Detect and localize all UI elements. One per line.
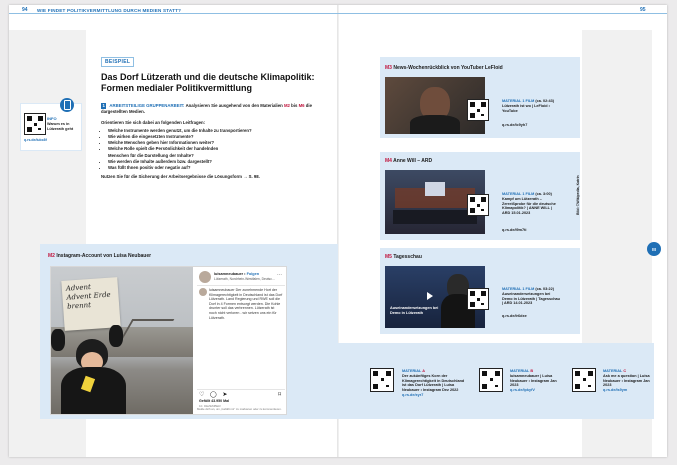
task-instruction: Analysieren Sie ausgehend von den Materi… — [185, 103, 283, 108]
more-icon[interactable]: ⋯ — [277, 272, 282, 278]
m4-heading: M4 Anne Will – ARD — [385, 158, 433, 164]
mobile-icon — [60, 98, 74, 112]
example-tag: BEISPIEL — [101, 57, 135, 67]
m5-qr-code[interactable] — [467, 288, 489, 310]
bookmark-icon[interactable]: ⌑ — [278, 391, 281, 398]
divider — [197, 389, 285, 390]
m4-panel: M4 Anne Will – ARD MATERIAL 1 FILM (ca. … — [380, 152, 580, 240]
material-a-qr[interactable] — [370, 368, 394, 392]
photo-credit: Bild: ©Wikipedia, Katrin — [576, 175, 580, 215]
divider — [197, 285, 285, 286]
guiding-questions: Welche Instrumente werden genutzt, um di… — [101, 128, 333, 171]
task-lead: ARBEITSTEILIGE GRUPPENARBEIT: — [109, 103, 185, 108]
info-qr-code[interactable] — [24, 113, 46, 135]
info-box: INFO Warum es in Lützerath geht q.rs.de/… — [20, 103, 82, 151]
m5-material: MATERIAL 1 FILM (ca. 03:22) Auseinanders… — [502, 287, 560, 306]
post-location: Lützerath, Nordrhein-Westfalen, Deutsc… — [214, 277, 276, 281]
running-title: WIE FINDET POLITIKVERMITTLUNG DURCH MEDI… — [37, 7, 182, 13]
task-text: 1 ARBEITSTEILIGE GRUPPENARBEIT: Analysier… — [101, 103, 333, 114]
post-caption: luisamneubauer Der zunehmende Hort der K… — [209, 288, 283, 320]
m4-link[interactable]: q.rs.de/l9m7ti — [502, 228, 560, 233]
person-jacket — [61, 367, 126, 414]
info-text: Warum es in Lützerath geht — [47, 122, 74, 131]
material-c: MATERIAL C Ask me a question | Luisa Neu… — [603, 369, 650, 393]
info-link[interactable]: q.rs.de/lubc8f — [24, 138, 47, 142]
task-footer: Nutzen Sie für die Sicherung der Arbeits… — [101, 174, 260, 180]
m5-panel: M5 Tagesschau Auseinandersetzungen bei D… — [380, 248, 580, 334]
info-label: INFO — [47, 116, 57, 121]
m4-material: MATERIAL 1 FILM (ca. 3:00) Kampf um Lütz… — [502, 192, 556, 216]
ref-m2: M2 — [283, 103, 290, 108]
login-hint: Melde dich an, um „Gefällt mir“ zu marki… — [197, 407, 282, 411]
action-icons[interactable]: ♡ ◯ ➤ — [199, 391, 229, 398]
chapter-badge[interactable]: III — [647, 242, 661, 256]
post-photo[interactable]: Advent Advent Erde brennt — [51, 267, 193, 414]
question-item: Was füllt Ihnen positiv oder negativ auf… — [108, 165, 333, 171]
avatar[interactable] — [199, 271, 211, 283]
materials-panel: MATERIAL A Der zukünftiges Korn der Klim… — [338, 343, 654, 419]
m5-link[interactable]: q.rs.de/lr6dxe — [502, 314, 560, 319]
m3-panel: M3 News-Wochenrückblick von YouTuber LeF… — [380, 57, 580, 138]
likes-count: Gefällt 43.950 Mal — [199, 399, 230, 403]
task-intro: Orientieren Sie sich dabei an folgenden … — [101, 120, 206, 126]
account-name[interactable]: luisamneubauer • Folgen — [214, 272, 259, 276]
m3-link[interactable]: q.rs.de/lc9yh7 — [502, 123, 560, 128]
m2-panel: M2 Instagram-Account von Luisa Neubauer … — [40, 244, 338, 419]
m4-qr-code[interactable] — [467, 194, 489, 216]
question-item: Welche Rolle spielt die Persönlichkeit d… — [108, 146, 228, 158]
person-hand-right — [109, 325, 123, 347]
page-title: Das Dorf Lützerath und die deutsche Klim… — [101, 72, 315, 93]
material-b-qr[interactable] — [479, 368, 503, 392]
header-rule — [9, 13, 667, 14]
m2-heading: M2 Instagram-Account von Luisa Neubauer — [48, 253, 152, 259]
instagram-post: Advent Advent Erde brennt luisamneubauer… — [50, 266, 287, 415]
m5-heading: M5 Tagesschau — [385, 254, 422, 260]
task-block: 1 ARBEITSTEILIGE GRUPPENARBEIT: Analysier… — [101, 103, 333, 180]
material-b: MATERIAL B luisamneubauer | Luisa Neubau… — [510, 369, 557, 393]
left-page-number: 94 — [22, 7, 28, 13]
material-c-qr[interactable] — [572, 368, 596, 392]
avatar-small — [199, 288, 207, 296]
m3-material: MATERIAL 1 FILM (ca. 02:43) Lützerath is… — [502, 99, 554, 113]
m3-heading: M3 News-Wochenrückblick von YouTuber LeF… — [385, 65, 503, 71]
right-page-number: 95 — [640, 7, 646, 13]
person-hand-left — [51, 329, 65, 351]
material-a: MATERIAL A Der zukünftiges Korn der Klim… — [402, 369, 465, 397]
ref-m6: M6 — [298, 103, 305, 108]
task-mid: bis — [291, 103, 298, 108]
m3-qr-code[interactable] — [467, 99, 489, 121]
protest-sign: Advent Advent Erde brennt — [61, 277, 121, 331]
